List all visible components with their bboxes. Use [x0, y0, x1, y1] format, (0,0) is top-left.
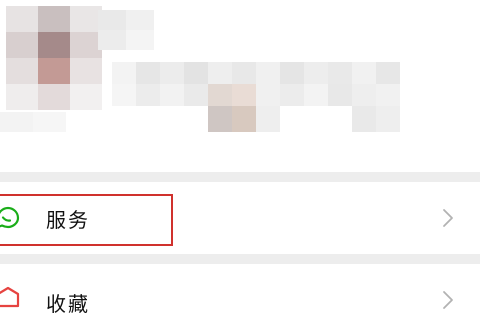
section-separator — [0, 254, 480, 264]
service-icon — [0, 204, 22, 232]
menu-item-label: 服务 — [46, 207, 90, 232]
account-info-pixelated — [112, 62, 412, 138]
menu-item-favorites[interactable]: 收藏 — [0, 264, 480, 336]
favorites-icon — [0, 284, 22, 312]
nickname-pixelated — [98, 10, 154, 50]
section-separator — [0, 172, 480, 182]
menu-item-label: 收藏 — [46, 292, 90, 316]
chevron-right-icon — [442, 290, 454, 310]
menu-item-service[interactable]: 服务 — [0, 182, 480, 254]
left-detail-pixelated — [0, 112, 66, 152]
chevron-right-icon — [442, 208, 454, 228]
profile-header[interactable] — [0, 0, 480, 172]
avatar-pixelated[interactable] — [6, 6, 102, 110]
